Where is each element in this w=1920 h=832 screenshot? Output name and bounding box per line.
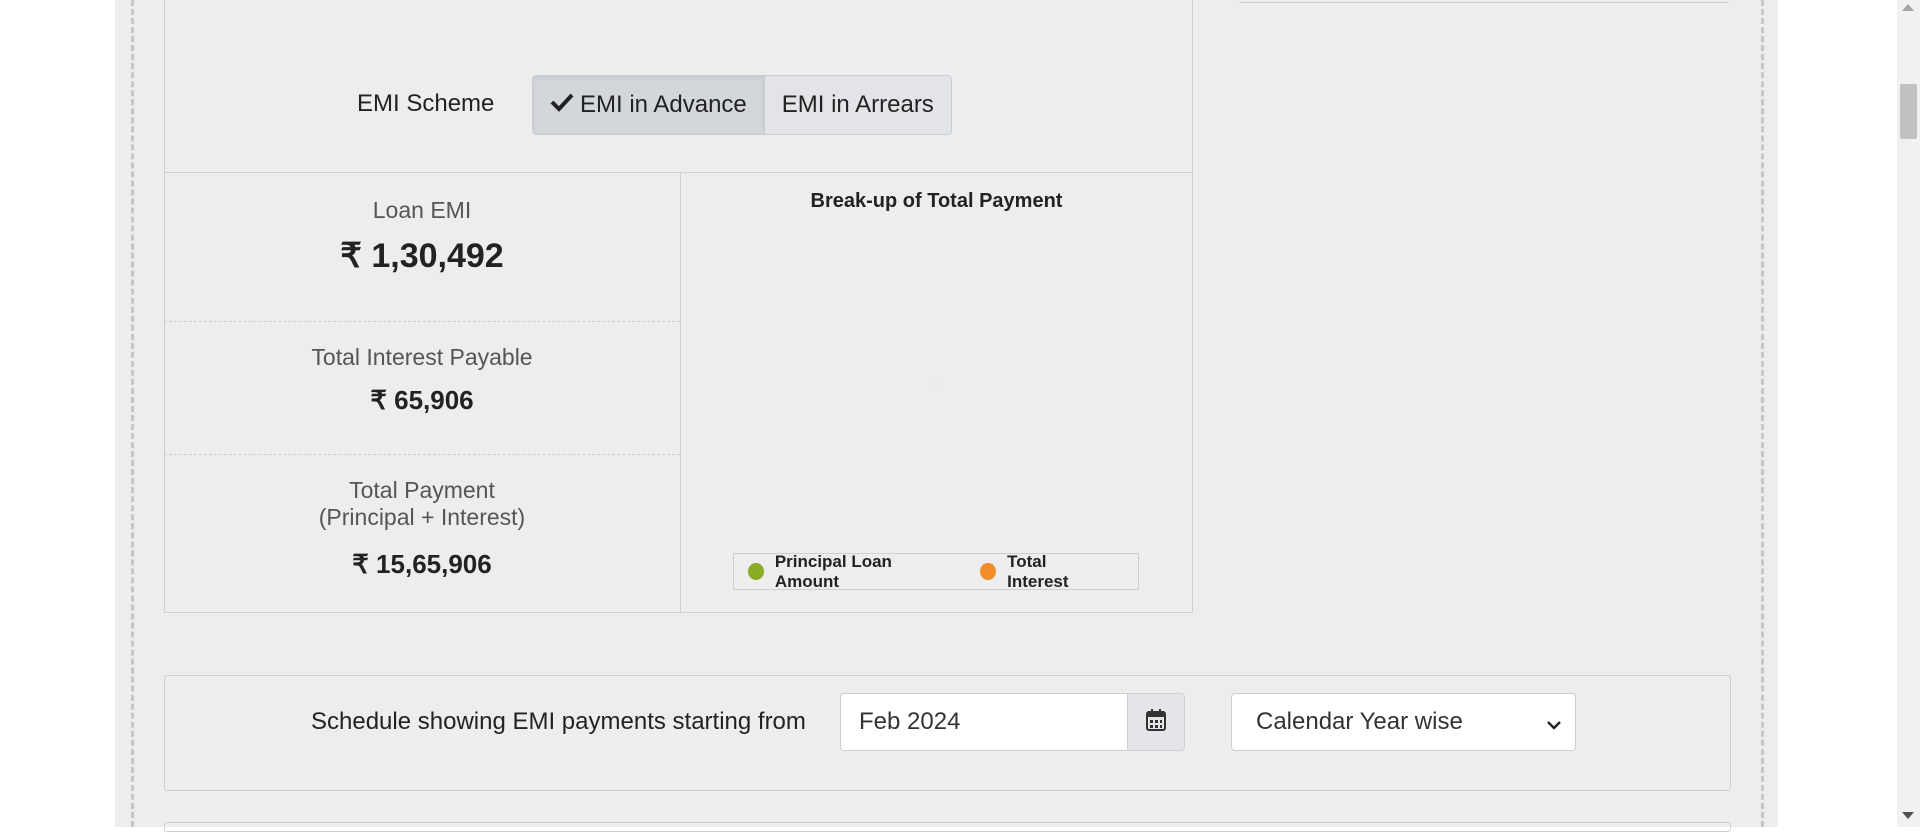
emi-in-arrears-label: EMI in Arrears xyxy=(781,91,934,118)
total-interest-label: Total Interest Payable xyxy=(311,344,533,370)
divider xyxy=(164,454,680,455)
scrollbar-thumb[interactable] xyxy=(1900,84,1917,139)
schedule-start-date-value: Feb 2024 xyxy=(859,708,961,735)
next-panel-edge xyxy=(164,822,1731,832)
check-icon xyxy=(550,91,574,119)
emi-scheme-toggle: EMI in Advance EMI in Arrears xyxy=(532,75,952,135)
results-column: Loan EMI ₹ 1,30,492 Total Interest Payab… xyxy=(164,173,681,613)
chart-title: Break-up of Total Payment xyxy=(810,190,1063,212)
emi-scheme-label: EMI Scheme xyxy=(357,90,495,117)
loan-emi-value: ₹ 1,30,492 xyxy=(340,237,504,275)
calendar-button[interactable] xyxy=(1127,693,1185,751)
emi-in-advance-label: EMI in Advance xyxy=(580,91,747,118)
schedule-view-value: Calendar Year wise xyxy=(1256,708,1463,735)
pie-chart-area xyxy=(700,230,1173,530)
dashed-border-right xyxy=(1761,0,1764,827)
pie-chart-placeholder xyxy=(935,383,937,385)
legend-principal-label: Principal Loan Amount xyxy=(774,551,892,591)
interest-dot xyxy=(980,563,997,580)
schedule-view-select[interactable]: Calendar Year wise xyxy=(1231,693,1576,751)
schedule-label: Schedule showing EMI payments starting f… xyxy=(311,708,806,735)
chart-legend: Principal Loan Amount Total Interest xyxy=(733,552,1139,592)
chevron-down-icon xyxy=(1547,713,1561,741)
emi-in-arrears-button[interactable]: EMI in Arrears xyxy=(764,76,951,134)
total-payment-value: ₹ 15,65,906 xyxy=(352,549,492,579)
dashed-border-left xyxy=(131,0,134,827)
total-interest-value: ₹ 65,906 xyxy=(370,385,474,415)
legend-interest-label: Total Interest xyxy=(1007,551,1069,591)
total-payment-sublabel: (Principal + Interest) xyxy=(318,504,526,530)
schedule-start-date-input[interactable]: Feb 2024 xyxy=(840,693,1128,751)
scroll-up-arrow-icon[interactable] xyxy=(1902,4,1914,11)
principal-dot xyxy=(748,563,764,580)
legend-item-principal[interactable]: Principal Loan Amount xyxy=(748,552,947,592)
side-panel-edge xyxy=(1239,0,1729,3)
pie-chart xyxy=(935,383,937,385)
scroll-down-arrow-icon[interactable] xyxy=(1902,812,1914,819)
divider xyxy=(164,321,680,322)
total-payment-label: Total Payment xyxy=(349,477,495,503)
calendar-icon xyxy=(1146,708,1166,736)
loan-emi-label: Loan EMI xyxy=(372,197,472,223)
emi-in-advance-button[interactable]: EMI in Advance xyxy=(533,76,765,134)
legend-item-interest[interactable]: Total Interest xyxy=(980,552,1105,592)
